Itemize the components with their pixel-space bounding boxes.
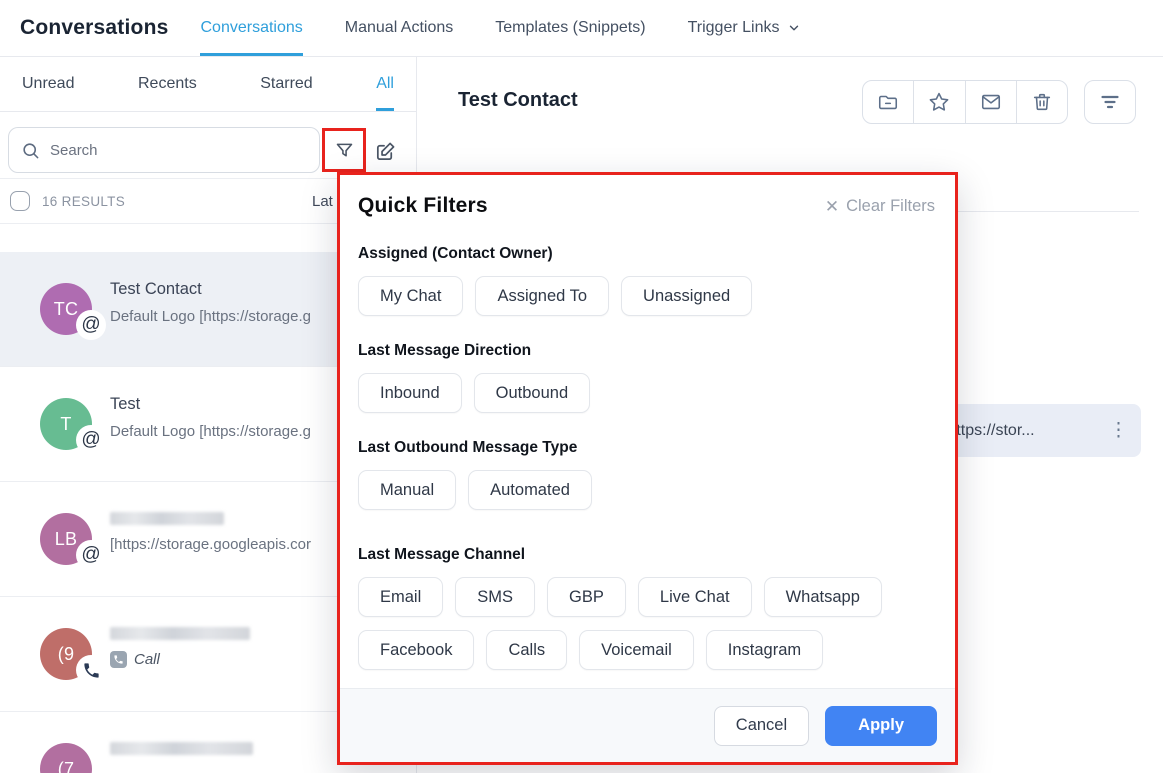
page-title: Conversations [20,16,168,40]
compose-edit-icon [374,140,397,163]
email-button[interactable] [966,81,1017,123]
tab-starred[interactable]: Starred [260,57,312,111]
conversations-app: Conversations Conversations Manual Actio… [0,0,1163,773]
chip-calls[interactable]: Calls [486,630,567,670]
chip-whatsapp[interactable]: Whatsapp [764,577,882,617]
message-bubble: [https://stor... ⋮ [930,404,1141,457]
filter-lines-icon [1098,90,1122,114]
conversation-filter-button[interactable] [1084,80,1136,124]
chip-facebook[interactable]: Facebook [358,630,474,670]
search-box[interactable] [8,127,320,173]
contact-toolbar [862,80,1068,124]
sort-label-truncated[interactable]: Lat [312,193,333,210]
filter-funnel-highlight[interactable] [322,128,366,172]
tab-unread[interactable]: Unread [22,57,74,111]
message-text: [https://stor... [943,422,1103,440]
chip-inbound[interactable]: Inbound [358,373,462,413]
star-icon [928,91,950,113]
chip-voicemail[interactable]: Voicemail [579,630,694,670]
tab-conversations[interactable]: Conversations [200,0,302,56]
chevron-down-icon [787,21,801,35]
close-x-icon: ✕ [825,198,839,215]
results-count: 16 RESULTS [42,194,125,209]
tab-trigger-links[interactable]: Trigger Links [688,0,802,56]
clear-filters-button[interactable]: ✕ Clear Filters [825,197,935,216]
chip-manual[interactable]: Manual [358,470,456,510]
chip-live-chat[interactable]: Live Chat [638,577,752,617]
modal-footer: Cancel Apply [340,688,955,762]
chip-outbound[interactable]: Outbound [474,373,590,413]
outbound-type-chip-row: Manual Automated [358,470,928,510]
star-button[interactable] [914,81,965,123]
chip-my-chat[interactable]: My Chat [358,276,463,316]
redacted-contact-name [110,512,224,525]
modal-header: Quick Filters ✕ Clear Filters [340,175,955,218]
call-label: Call [134,651,160,668]
call-type-icon [110,651,127,668]
quick-filters-modal: Quick Filters ✕ Clear Filters Assigned (… [337,172,958,765]
compose-button[interactable] [370,136,400,166]
chip-unassigned[interactable]: Unassigned [621,276,752,316]
direction-chip-row: Inbound Outbound [358,373,928,413]
email-channel-badge-icon: @ [76,540,106,570]
contact-header-name: Test Contact [458,89,578,112]
top-bar: Conversations Conversations Manual Actio… [0,0,1163,57]
top-nav: Conversations Manual Actions Templates (… [200,0,801,56]
redacted-contact-name [110,627,250,640]
tab-all[interactable]: All [376,57,394,111]
search-icon [21,141,40,160]
modal-title: Quick Filters [358,194,488,218]
chip-instagram[interactable]: Instagram [706,630,823,670]
select-all-checkbox[interactable] [10,191,30,211]
trash-icon [1031,91,1053,113]
email-channel-badge-icon: @ [76,425,106,455]
section-label-assigned: Assigned (Contact Owner) [358,245,937,263]
channel-chip-row: Email SMS GBP Live Chat Whatsapp Faceboo… [358,577,928,670]
cancel-button[interactable]: Cancel [714,706,809,746]
section-label-direction: Last Message Direction [358,342,937,360]
phone-channel-badge-icon [76,655,106,685]
chip-email[interactable]: Email [358,577,443,617]
delete-button[interactable] [1017,81,1067,123]
chip-gbp[interactable]: GBP [547,577,626,617]
envelope-icon [980,91,1002,113]
clear-filters-label: Clear Filters [846,197,935,216]
chip-assigned-to[interactable]: Assigned To [475,276,609,316]
chip-automated[interactable]: Automated [468,470,592,510]
folder-icon [877,91,899,113]
chip-sms[interactable]: SMS [455,577,535,617]
redacted-contact-name [110,742,253,755]
funnel-filter-icon [334,140,355,161]
section-label-outbound-type: Last Outbound Message Type [358,439,937,457]
sidebar-filter-tabs: Unread Recents Starred All [0,57,416,112]
email-channel-badge-icon: @ [76,310,106,340]
avatar: (7 [40,743,92,773]
apply-button[interactable]: Apply [825,706,937,746]
assigned-chip-row: My Chat Assigned To Unassigned [358,276,928,316]
message-menu-dots-icon[interactable]: ⋮ [1103,421,1128,440]
archive-folder-button[interactable] [863,81,914,123]
tab-manual-actions[interactable]: Manual Actions [345,0,454,56]
section-label-channel: Last Message Channel [358,546,937,564]
tab-recents[interactable]: Recents [138,57,197,111]
tab-templates-snippets[interactable]: Templates (Snippets) [495,0,645,56]
search-input[interactable] [50,142,307,159]
